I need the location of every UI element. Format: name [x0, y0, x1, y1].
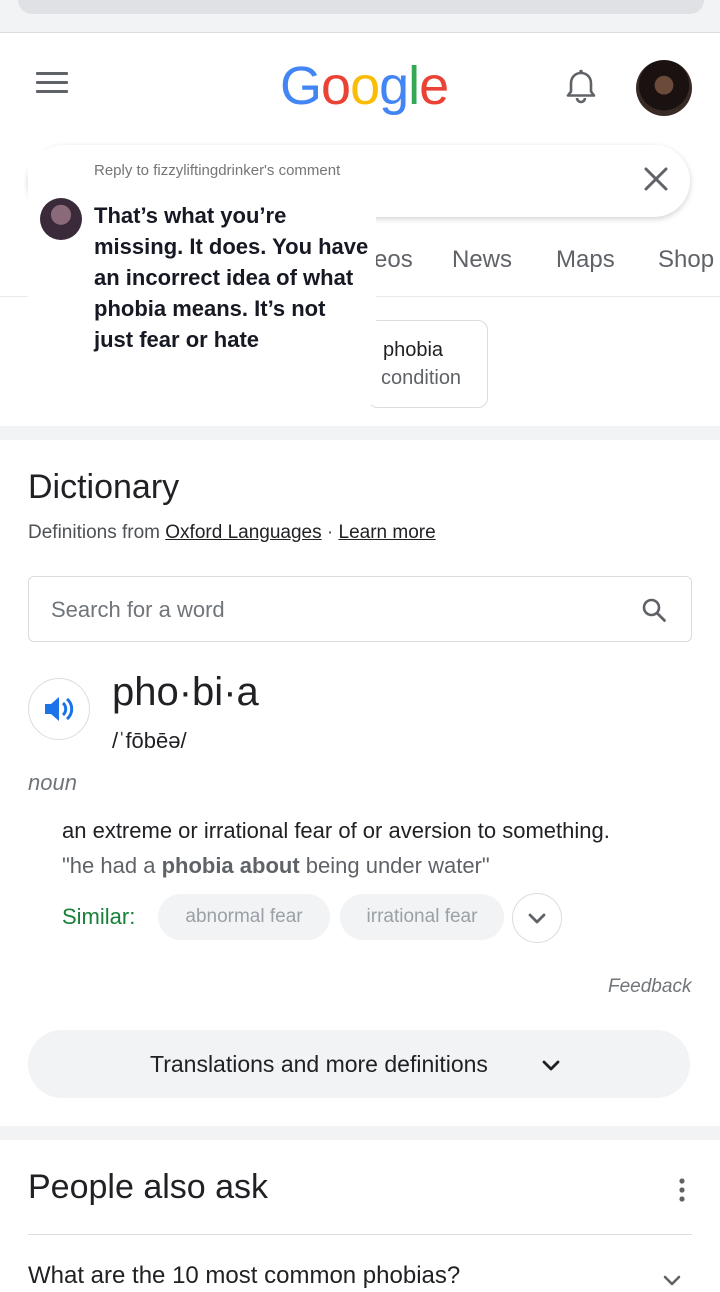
definition-text: an extreme or irrational fear of or aver… — [62, 818, 610, 843]
more-options-icon[interactable] — [672, 1176, 692, 1204]
similar-chip[interactable]: abnormal fear — [158, 894, 330, 940]
reply-label: Reply to fizzyliftingdrinker's comment — [94, 162, 341, 179]
tab-maps[interactable]: Maps — [556, 246, 615, 274]
address-bar[interactable] — [18, 0, 704, 14]
chevron-down-icon — [542, 1060, 560, 1071]
comment-reply-overlay: Reply to fizzyliftingdrinker's comment T… — [28, 150, 376, 406]
feedback-link[interactable]: Feedback — [608, 976, 691, 998]
search-icon[interactable] — [641, 597, 667, 623]
browser-top-bar — [0, 0, 720, 33]
headword: pho·bi·a — [112, 670, 259, 714]
section-divider — [0, 426, 720, 440]
menu-icon[interactable] — [36, 72, 68, 96]
dictionary-source: Definitions from Oxford Languages · Lear… — [28, 522, 436, 544]
chevron-down-icon — [528, 913, 546, 924]
example-suffix: being under water" — [299, 853, 490, 878]
word-search-placeholder: Search for a word — [51, 597, 225, 622]
part-of-speech: noun — [28, 770, 77, 795]
oxford-languages-link[interactable]: Oxford Languages — [165, 522, 321, 543]
word-search-input[interactable]: Search for a word — [28, 576, 692, 642]
similar-expand-button[interactable] — [512, 893, 562, 943]
source-prefix: Definitions from — [28, 522, 166, 543]
divider — [28, 1234, 692, 1235]
pronunciation-audio-button[interactable] — [28, 678, 90, 740]
account-avatar[interactable] — [636, 60, 692, 116]
translations-more-definitions-button[interactable]: Translations and more definitions — [28, 1030, 690, 1098]
bell-icon[interactable] — [560, 66, 602, 108]
example-sentence: "he had a phobia about being under water… — [62, 853, 490, 879]
people-also-ask-title: People also ask — [28, 1168, 269, 1206]
google-logo[interactable]: Google — [280, 55, 449, 117]
tab-news[interactable]: News — [452, 246, 512, 274]
comment-message: That’s what you’re missing. It does. You… — [94, 203, 369, 352]
chevron-down-icon[interactable] — [660, 1268, 684, 1292]
speaker-icon — [45, 697, 74, 721]
example-bold: phobia about — [161, 853, 300, 878]
chip-line-1: phobia — [383, 339, 444, 361]
chip-line-2: condition — [381, 367, 462, 389]
pronunciation: /ˈfōbēə/ — [112, 728, 187, 753]
more-definitions-label: Translations and more definitions — [150, 1051, 488, 1077]
close-icon[interactable] — [640, 163, 672, 195]
section-divider — [0, 1126, 720, 1140]
paa-question[interactable]: What are the 10 most common phobias? — [28, 1262, 460, 1290]
related-search-chip[interactable]: phobia condition — [368, 320, 488, 408]
dictionary-title: Dictionary — [28, 468, 180, 506]
similar-chip[interactable]: irrational fear — [340, 894, 504, 940]
learn-more-link[interactable]: Learn more — [339, 522, 436, 543]
similar-label: Similar: — [62, 904, 136, 929]
example-prefix: "he had a — [62, 853, 162, 878]
commenter-avatar — [40, 198, 82, 240]
tab-videos[interactable]: eos — [374, 246, 413, 274]
source-separator: · — [321, 522, 339, 543]
tab-shopping[interactable]: Shop — [658, 246, 714, 274]
